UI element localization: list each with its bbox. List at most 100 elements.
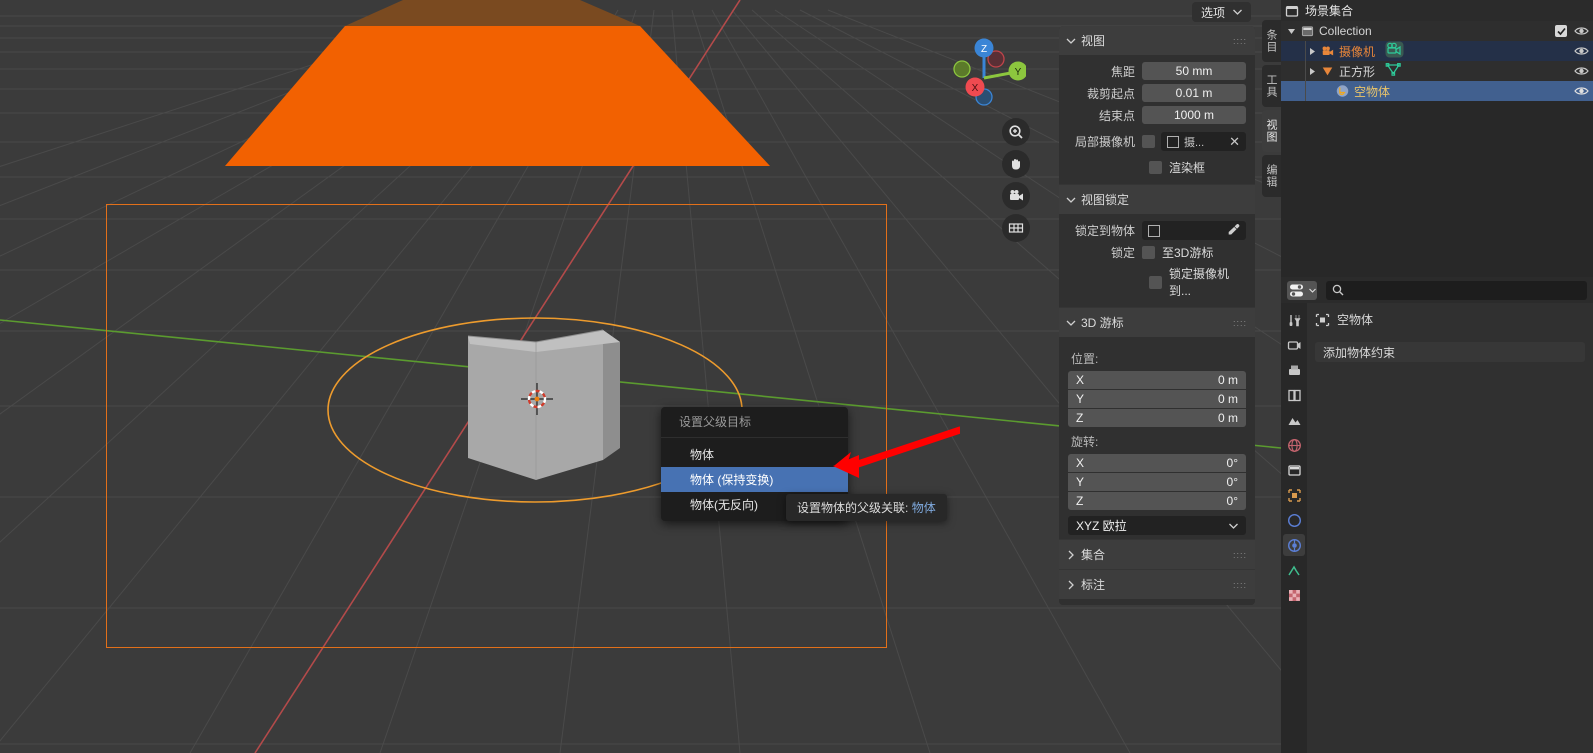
disclosure-triangle-icon[interactable]: [1281, 27, 1301, 36]
light-data-icon[interactable]: [1385, 62, 1402, 81]
cursor-rotation-z[interactable]: Z 0°: [1068, 492, 1246, 510]
camera-data-icon[interactable]: [1385, 41, 1404, 61]
axis-value: 0°: [1226, 456, 1238, 470]
local-camera-row[interactable]: 局部摄像机 摄... ✕: [1068, 132, 1246, 151]
chevron-right-icon: [1068, 580, 1074, 589]
grid-icon[interactable]: [1002, 214, 1030, 242]
axis-label: Y: [1076, 392, 1085, 406]
outliner-item-label: Collection: [1319, 24, 1372, 38]
lock-to-cursor-checkbox[interactable]: [1142, 246, 1155, 259]
lock-camera-label: 锁定摄像机到...: [1169, 267, 1230, 298]
properties-header: [1281, 277, 1593, 303]
lock-to-object-row[interactable]: 锁定到物体: [1068, 221, 1246, 240]
viewport-nav-buttons[interactable]: [1002, 118, 1036, 246]
npanel-section-annotations-header[interactable]: 标注 ::::: [1059, 569, 1255, 599]
visibility-eye-icon[interactable]: [1574, 64, 1589, 81]
properties-main-panel: 空物体 添加物体约束: [1307, 303, 1593, 753]
local-camera-field[interactable]: 摄... ✕: [1161, 132, 1246, 151]
3d-viewport[interactable]: 选项 Z Y X 视图:::: 焦距 50 mm 裁剪起点 0.01 m 结束…: [0, 0, 1281, 753]
visibility-eye-icon[interactable]: [1574, 84, 1589, 101]
view-layer-tab[interactable]: [1283, 384, 1305, 406]
render-region-checkbox[interactable]: [1149, 161, 1162, 174]
modifier-tab[interactable]: [1283, 509, 1305, 531]
sidebar-tab-tool[interactable]: 工具: [1262, 65, 1281, 107]
npanel-view-body: 焦距 50 mm 裁剪起点 0.01 m 结束点 1000 m 局部摄像机 摄.…: [1059, 55, 1255, 184]
npanel-section-cursor3d-header[interactable]: 3D 游标 ::::: [1059, 307, 1255, 337]
sidebar-tab-edit[interactable]: 编辑: [1262, 155, 1281, 197]
properties-tab-column[interactable]: [1281, 303, 1307, 753]
cursor-rotation-y[interactable]: Y 0°: [1068, 473, 1246, 491]
clip-start-row[interactable]: 裁剪起点 0.01 m: [1068, 84, 1246, 102]
output-tab[interactable]: [1283, 359, 1305, 381]
viewport-sidebar-npanel[interactable]: 视图 :::: 焦距 50 mm 裁剪起点 0.01 m 结束点 1000 m …: [1059, 26, 1255, 605]
render-region-row[interactable]: 渲染框: [1149, 159, 1246, 176]
properties-editor[interactable]: 空物体 添加物体约束: [1281, 277, 1593, 753]
cursor-rotation-x[interactable]: X 0°: [1068, 454, 1246, 472]
render-tab[interactable]: [1283, 334, 1305, 356]
tooltip-highlight: 物体: [911, 501, 936, 515]
cursor-location-x[interactable]: X 0 m: [1068, 371, 1246, 389]
rotation-mode-dropdown[interactable]: XYZ 欧拉: [1068, 516, 1246, 535]
npanel-section-view-header[interactable]: 视图 ::::: [1059, 26, 1255, 55]
search-input[interactable]: [1326, 280, 1587, 300]
viewport-options-button[interactable]: 选项: [1191, 2, 1251, 22]
outliner-row-camera[interactable]: 摄像机: [1281, 41, 1593, 61]
clip-start-label: 裁剪起点: [1086, 86, 1135, 101]
outliner-row-square[interactable]: 正方形: [1281, 61, 1593, 81]
texture-tab[interactable]: [1283, 584, 1305, 606]
sidebar-tab-item[interactable]: 条目: [1262, 20, 1281, 62]
focal-length-field[interactable]: 50 mm: [1142, 62, 1246, 80]
cursor-rotation-label: 旋转:: [1071, 435, 1099, 449]
collection-tab[interactable]: [1283, 459, 1305, 481]
tab-label: 条目: [1265, 29, 1277, 53]
visibility-eye-icon[interactable]: [1574, 44, 1589, 61]
lock-camera-checkbox[interactable]: [1149, 275, 1162, 289]
disclosure-triangle-icon[interactable]: [1281, 67, 1321, 76]
camera-icon[interactable]: [1002, 182, 1030, 210]
object-tab[interactable]: [1283, 484, 1305, 506]
axis-value: 0 m: [1217, 392, 1238, 406]
tab-label: 编辑: [1265, 164, 1277, 188]
outliner-row-collection[interactable]: Collection: [1281, 21, 1593, 41]
clear-icon[interactable]: ✕: [1229, 134, 1240, 150]
focal-length-row[interactable]: 焦距 50 mm: [1068, 62, 1246, 80]
sidebar-tab-view[interactable]: 视图: [1262, 110, 1281, 152]
clip-end-row[interactable]: 结束点 1000 m: [1068, 106, 1246, 124]
outliner-editor[interactable]: 场景集合 Collection 摄像机 正方形 空物体: [1281, 0, 1593, 277]
outliner-row-empty[interactable]: 空物体: [1281, 81, 1593, 101]
visibility-eye-icon[interactable]: [1574, 24, 1589, 41]
hand-icon[interactable]: [1002, 150, 1030, 178]
constraint-tab[interactable]: [1283, 534, 1305, 556]
eyedropper-icon[interactable]: [1227, 223, 1240, 239]
lock-to-cursor-label: 至3D游标: [1162, 246, 1214, 260]
editor-type-button[interactable]: [1287, 280, 1317, 300]
navigation-gizmo[interactable]: Z Y X: [942, 30, 1026, 114]
clip-start-field[interactable]: 0.01 m: [1142, 84, 1246, 102]
collection-checkbox[interactable]: [1555, 25, 1567, 37]
world-tab[interactable]: [1283, 434, 1305, 456]
cursor-location-label: 位置:: [1071, 352, 1099, 366]
disclosure-triangle-icon[interactable]: [1281, 47, 1321, 56]
lock-to-cursor-row[interactable]: 锁定 至3D游标: [1068, 244, 1246, 261]
local-camera-checkbox[interactable]: [1142, 135, 1155, 148]
local-camera-label: 局部摄像机: [1074, 135, 1135, 149]
clip-end-field[interactable]: 1000 m: [1142, 106, 1246, 124]
npanel-section-collections-header[interactable]: 集合 ::::: [1059, 539, 1255, 569]
add-object-constraint-button[interactable]: 添加物体约束: [1315, 342, 1585, 362]
lock-to-object-field[interactable]: [1142, 221, 1246, 240]
object-data-tab[interactable]: [1283, 559, 1305, 581]
cursor-location-y[interactable]: Y 0 m: [1068, 390, 1246, 408]
axis-label: X: [1076, 373, 1085, 387]
npanel-viewlock-body: 锁定到物体 锁定 至3D游标 锁定摄像机到...: [1059, 214, 1255, 307]
lock-to-object-label: 锁定到物体: [1074, 224, 1135, 238]
scene-tab[interactable]: [1283, 409, 1305, 431]
grip-icon: ::::: [1233, 581, 1247, 588]
zoom-icon[interactable]: [1002, 118, 1030, 146]
lock-camera-row[interactable]: 锁定摄像机到...: [1149, 265, 1246, 299]
light-object-icon: [1321, 65, 1334, 78]
viewport-tab-strip[interactable]: 条目 工具 视图 编辑: [1262, 20, 1281, 200]
npanel-section-viewlock-header[interactable]: 视图锁定: [1059, 184, 1255, 214]
axis-value: 0°: [1226, 494, 1238, 508]
cursor-location-z[interactable]: Z 0 m: [1068, 409, 1246, 427]
tool-tab[interactable]: [1283, 309, 1305, 331]
